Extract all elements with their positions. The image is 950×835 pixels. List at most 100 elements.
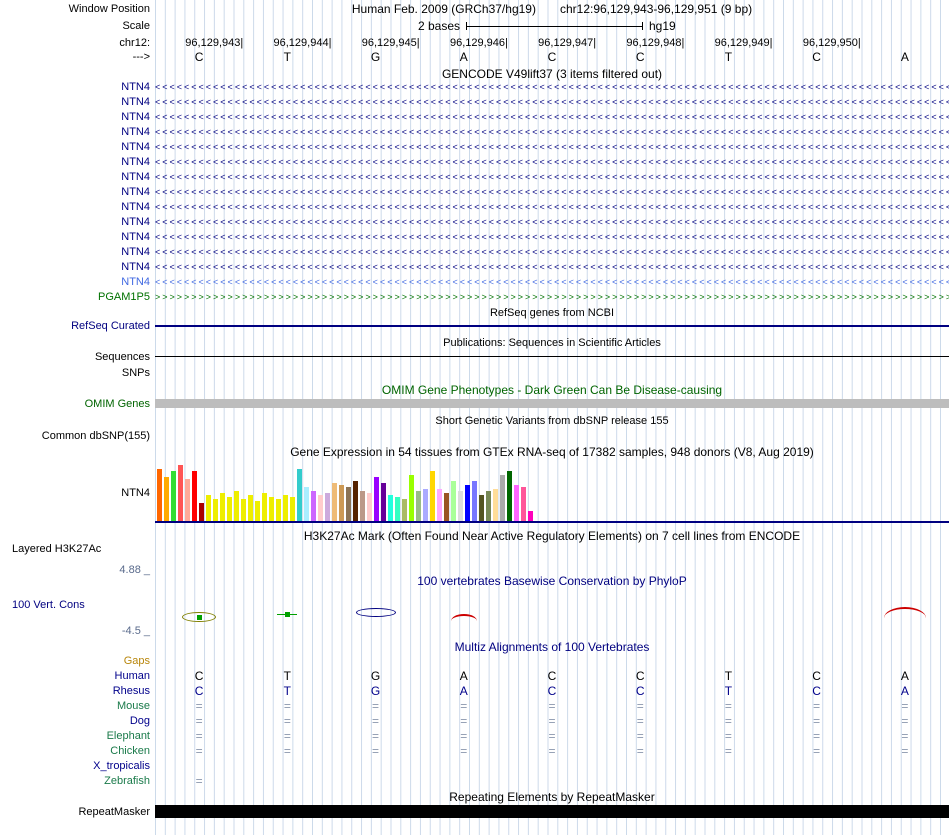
gtex-bar[interactable] xyxy=(444,493,449,521)
repeatmasker-bar[interactable] xyxy=(155,805,949,818)
gene-strand-arrows[interactable]: <<<<<<<<<<<<<<<<<<<<<<<<<<<<<<<<<<<<<<<<… xyxy=(155,155,949,170)
gtex-bar[interactable] xyxy=(402,499,407,521)
species-label[interactable]: Dog xyxy=(0,714,150,729)
gtex-gene-label[interactable]: NTN4 xyxy=(0,486,150,500)
gtex-bar[interactable] xyxy=(304,487,309,521)
species-label[interactable]: Chicken xyxy=(0,744,150,759)
species-label[interactable]: Human xyxy=(0,669,150,684)
gene-label[interactable]: NTN4 xyxy=(0,230,150,245)
gaps-label[interactable]: Gaps xyxy=(0,654,150,668)
gtex-bar[interactable] xyxy=(430,471,435,521)
gtex-bar[interactable] xyxy=(220,493,225,521)
gene-label[interactable]: NTN4 xyxy=(0,140,150,155)
gtex-bar[interactable] xyxy=(171,471,176,521)
gtex-bar[interactable] xyxy=(276,499,281,521)
gtex-bar[interactable] xyxy=(297,469,302,521)
alignment-row[interactable]: = = = = = = = = = xyxy=(155,714,949,729)
gtex-bar[interactable] xyxy=(290,497,295,521)
gtex-bar[interactable] xyxy=(164,477,169,521)
refseq-gene-line[interactable] xyxy=(155,325,949,327)
conservation-track[interactable] xyxy=(155,600,949,632)
gene-label[interactable]: PGAM1P5 xyxy=(0,290,150,305)
gtex-bar[interactable] xyxy=(437,489,442,521)
gene-label[interactable]: NTN4 xyxy=(0,260,150,275)
gene-label[interactable]: NTN4 xyxy=(0,185,150,200)
gene-strand-arrows[interactable]: <<<<<<<<<<<<<<<<<<<<<<<<<<<<<<<<<<<<<<<<… xyxy=(155,245,949,260)
gtex-bar[interactable] xyxy=(206,495,211,521)
vert-cons-label[interactable]: 100 Vert. Cons xyxy=(0,598,150,612)
gene-label[interactable]: NTN4 xyxy=(0,155,150,170)
gtex-bar[interactable] xyxy=(185,479,190,521)
gtex-bar[interactable] xyxy=(178,465,183,521)
alignment-row[interactable]: CTGACCTCA xyxy=(155,684,949,699)
repeatmasker-label[interactable]: RepeatMasker xyxy=(0,805,150,819)
gtex-bar[interactable] xyxy=(213,499,218,521)
gtex-bar[interactable] xyxy=(374,477,379,521)
gene-strand-arrows[interactable]: <<<<<<<<<<<<<<<<<<<<<<<<<<<<<<<<<<<<<<<<… xyxy=(155,185,949,200)
gene-label[interactable]: NTN4 xyxy=(0,125,150,140)
gtex-bar[interactable] xyxy=(395,497,400,521)
gtex-bar[interactable] xyxy=(234,491,239,521)
gtex-bar[interactable] xyxy=(451,481,456,521)
gtex-bar[interactable] xyxy=(367,493,372,521)
gtex-bar[interactable] xyxy=(311,491,316,521)
alignment-row[interactable]: = = = = = = = = = xyxy=(155,699,949,714)
gtex-bar[interactable] xyxy=(339,485,344,521)
gene-strand-arrows[interactable]: >>>>>>>>>>>>>>>>>>>>>>>>>>>>>>>>>>>>>>>>… xyxy=(155,290,949,305)
gene-label[interactable]: NTN4 xyxy=(0,80,150,95)
gtex-bar[interactable] xyxy=(157,469,162,521)
gtex-bar[interactable] xyxy=(388,495,393,521)
gtex-bar[interactable] xyxy=(500,475,505,521)
gtex-bar[interactable] xyxy=(346,487,351,521)
gtex-bar[interactable] xyxy=(248,495,253,521)
species-label[interactable]: Zebrafish xyxy=(0,774,150,789)
gtex-bar[interactable] xyxy=(458,491,463,521)
alignment-row[interactable]: CTGACCTCA xyxy=(155,669,949,684)
gtex-bar[interactable] xyxy=(521,487,526,521)
alignment-row[interactable] xyxy=(155,759,949,774)
snps-label[interactable]: SNPs xyxy=(0,366,150,380)
alignment-row[interactable]: = xyxy=(155,774,949,789)
gtex-bar[interactable] xyxy=(283,495,288,521)
gtex-bar[interactable] xyxy=(269,497,274,521)
gene-strand-arrows[interactable]: <<<<<<<<<<<<<<<<<<<<<<<<<<<<<<<<<<<<<<<<… xyxy=(155,110,949,125)
gtex-bar[interactable] xyxy=(318,495,323,521)
gene-strand-arrows[interactable]: <<<<<<<<<<<<<<<<<<<<<<<<<<<<<<<<<<<<<<<<… xyxy=(155,170,949,185)
gtex-bar[interactable] xyxy=(423,489,428,521)
publications-line[interactable] xyxy=(155,356,949,357)
gtex-bar[interactable] xyxy=(192,471,197,521)
gtex-bar[interactable] xyxy=(381,483,386,521)
gtex-bar[interactable] xyxy=(255,501,260,521)
gene-label[interactable]: NTN4 xyxy=(0,95,150,110)
gtex-bar[interactable] xyxy=(199,503,204,521)
gtex-bar[interactable] xyxy=(353,481,358,521)
gene-strand-arrows[interactable]: <<<<<<<<<<<<<<<<<<<<<<<<<<<<<<<<<<<<<<<<… xyxy=(155,140,949,155)
gtex-bar[interactable] xyxy=(493,489,498,521)
alignment-row[interactable]: = = = = = = = = = xyxy=(155,744,949,759)
species-label[interactable]: Mouse xyxy=(0,699,150,714)
sequences-label[interactable]: Sequences xyxy=(0,350,150,364)
gtex-bar[interactable] xyxy=(262,493,267,521)
species-label[interactable]: X_tropicalis xyxy=(0,759,150,774)
common-dbsnp-label[interactable]: Common dbSNP(155) xyxy=(0,429,150,443)
gene-strand-arrows[interactable]: <<<<<<<<<<<<<<<<<<<<<<<<<<<<<<<<<<<<<<<<… xyxy=(155,125,949,140)
gene-label[interactable]: NTN4 xyxy=(0,275,150,290)
gene-strand-arrows[interactable]: <<<<<<<<<<<<<<<<<<<<<<<<<<<<<<<<<<<<<<<<… xyxy=(155,230,949,245)
gtex-bar[interactable] xyxy=(465,485,470,521)
gtex-bar[interactable] xyxy=(325,493,330,521)
gtex-bar-chart[interactable] xyxy=(155,461,949,521)
gene-label[interactable]: NTN4 xyxy=(0,245,150,260)
gene-strand-arrows[interactable]: <<<<<<<<<<<<<<<<<<<<<<<<<<<<<<<<<<<<<<<<… xyxy=(155,95,949,110)
gene-strand-arrows[interactable]: <<<<<<<<<<<<<<<<<<<<<<<<<<<<<<<<<<<<<<<<… xyxy=(155,80,949,95)
gtex-bar[interactable] xyxy=(514,485,519,521)
layered-h3k27ac-label[interactable]: Layered H3K27Ac xyxy=(0,542,150,556)
gtex-bar[interactable] xyxy=(409,475,414,521)
omim-genes-label[interactable]: OMIM Genes xyxy=(0,397,150,411)
gtex-bar[interactable] xyxy=(486,491,491,521)
gtex-bar[interactable] xyxy=(227,497,232,521)
gene-strand-arrows[interactable]: <<<<<<<<<<<<<<<<<<<<<<<<<<<<<<<<<<<<<<<<… xyxy=(155,215,949,230)
refseq-curated-label[interactable]: RefSeq Curated xyxy=(0,319,150,333)
gtex-bar[interactable] xyxy=(528,511,533,521)
gtex-bar[interactable] xyxy=(479,495,484,521)
gene-label[interactable]: NTN4 xyxy=(0,110,150,125)
